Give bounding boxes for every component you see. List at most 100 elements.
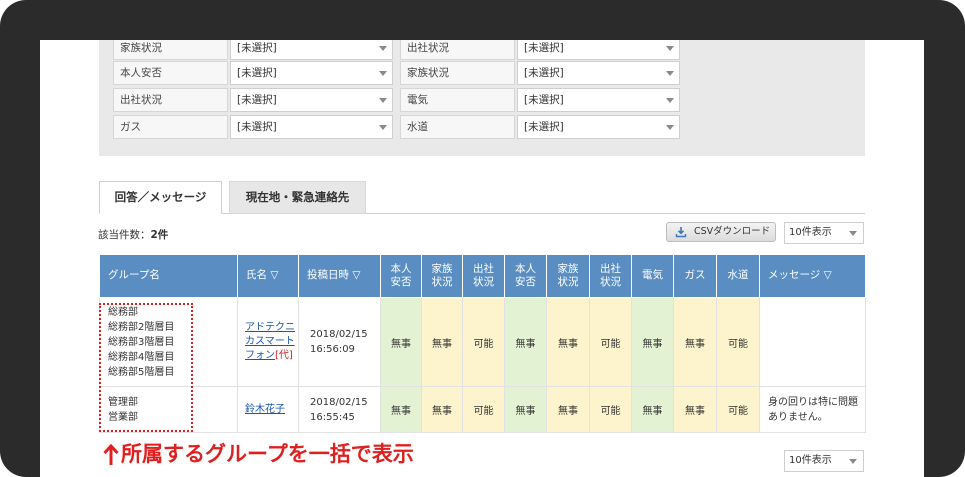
filter-select[interactable]: [未選択] xyxy=(517,115,680,139)
annotation-caption: 所属するグループを一括で表示 xyxy=(103,438,414,468)
chevron-down-icon xyxy=(666,125,674,130)
filter-label: 出社状況 xyxy=(113,88,228,112)
filter-select-value: [未選択] xyxy=(237,121,277,133)
results-table: グループ名 氏名 ▽ 投稿日時 ▽ 本人 安否 家族 状況 出社 状況 本人 安否 家族… xyxy=(99,254,866,433)
filter-select-value: [未選択] xyxy=(237,42,277,54)
chevron-down-icon xyxy=(379,98,387,103)
filter-label: 家族状況 xyxy=(113,40,228,60)
filter-label: 家族状況 xyxy=(400,61,515,85)
result-count-label: 該当件数： xyxy=(98,229,151,241)
download-icon xyxy=(675,227,687,238)
annotation-text: 所属するグループを一括で表示 xyxy=(121,442,414,466)
status-cell: 無事 xyxy=(380,386,422,433)
status-cell: 無事 xyxy=(504,297,547,387)
filter-select[interactable]: [未選択] xyxy=(517,61,680,85)
chevron-down-icon xyxy=(379,46,387,51)
csv-download-button[interactable]: CSVダウンロード xyxy=(666,222,776,242)
header-col-label: 出社 状況 xyxy=(473,262,494,288)
header-col: 本人 安否 xyxy=(380,254,422,298)
filter-label: 出社状況 xyxy=(400,40,515,60)
per-page-select-top[interactable]: 10件表示 xyxy=(784,222,864,244)
header-message-sort[interactable]: メッセージ ▽ xyxy=(759,254,866,298)
status-cell: 無事 xyxy=(631,386,674,433)
post-date: 2018/02/15 xyxy=(310,329,368,340)
header-date-sort[interactable]: 投稿日時 ▽ xyxy=(298,254,381,298)
chevron-down-icon xyxy=(849,231,857,236)
post-time: 16:56:09 xyxy=(310,344,355,355)
post-time: 16:55:45 xyxy=(310,411,355,423)
csv-download-label: CSVダウンロード xyxy=(694,226,771,237)
table-row: 総務部 総務部2階層目 総務部3階層目 総務部4階層目 総務部5階層目 アドテク… xyxy=(99,297,866,387)
filter-select[interactable]: [未選択] xyxy=(230,40,393,60)
header-col-label: 家族 状況 xyxy=(557,262,579,288)
header-col: 家族 状況 xyxy=(546,254,590,298)
chevron-down-icon xyxy=(666,71,674,76)
date-cell: 2018/02/15 16:55:45 xyxy=(298,386,381,433)
screen: 家族状況 [未選択] 出社状況 [未選択] 本人安否 [未選択] 家族状況 [未… xyxy=(40,40,924,477)
header-col: 出社 状況 xyxy=(462,254,505,298)
header-col: 電気 xyxy=(631,254,674,298)
header-col: 本人 安否 xyxy=(504,254,547,298)
filter-panel: 家族状況 [未選択] 出社状況 [未選択] 本人安否 [未選択] 家族状況 [未… xyxy=(99,40,865,156)
result-count-value: 2件 xyxy=(150,229,169,241)
post-date: 2018/02/15 xyxy=(310,396,368,408)
filter-select[interactable]: [未選択] xyxy=(230,88,393,112)
filter-select-value: [未選択] xyxy=(524,67,564,79)
status-cell: 無事 xyxy=(673,297,717,387)
status-cell: 可能 xyxy=(716,386,760,433)
filter-label: 水道 xyxy=(400,115,515,139)
header-col-label: 家族 状況 xyxy=(431,262,453,288)
chevron-down-icon xyxy=(666,98,674,103)
name-cell: 鈴木花子 xyxy=(237,386,299,433)
chevron-down-icon xyxy=(379,71,387,76)
header-name-sort[interactable]: 氏名 ▽ xyxy=(237,254,299,298)
table-row: 管理部 営業部 鈴木花子 2018/02/15 16:55:45 無事 無事 可能… xyxy=(99,386,866,433)
filter-select[interactable]: [未選択] xyxy=(230,115,393,139)
status-cell: 無事 xyxy=(421,297,463,387)
filter-select[interactable]: [未選択] xyxy=(517,88,680,112)
status-cell: 可能 xyxy=(589,297,632,387)
header-col: 水道 xyxy=(716,254,760,298)
filter-select-value: [未選択] xyxy=(524,94,564,106)
header-col-label: 出社 状況 xyxy=(600,262,621,288)
status-cell: 無事 xyxy=(673,386,717,433)
filter-select-value: [未選択] xyxy=(237,94,277,106)
proxy-tag: [代] xyxy=(275,350,293,361)
status-cell: 無事 xyxy=(421,386,463,433)
result-count: 該当件数：2件 xyxy=(98,227,168,242)
filter-select[interactable]: [未選択] xyxy=(230,61,393,85)
filter-select-value: [未選択] xyxy=(237,67,277,79)
header-col: 家族 状況 xyxy=(421,254,463,298)
name-cell: アドテクニカスマートフォン[代] xyxy=(237,297,299,387)
table-header-row: グループ名 氏名 ▽ 投稿日時 ▽ 本人 安否 家族 状況 出社 状況 本人 安否 家族… xyxy=(99,254,866,298)
chevron-down-icon xyxy=(666,46,674,51)
arrow-up-icon xyxy=(103,444,119,465)
status-cell: 可能 xyxy=(462,297,505,387)
per-page-value: 10件表示 xyxy=(789,227,832,238)
user-name-link[interactable]: 鈴木花子 xyxy=(245,404,285,415)
filter-select-value: [未選択] xyxy=(524,42,564,54)
status-cell: 無事 xyxy=(631,297,674,387)
tab-bar: 回答／メッセージ 現在地・緊急連絡先 xyxy=(99,181,865,214)
filter-label: ガス xyxy=(113,115,228,139)
filter-select[interactable]: [未選択] xyxy=(517,40,680,60)
tab-location-contacts[interactable]: 現在地・緊急連絡先 xyxy=(229,181,366,214)
status-cell: 無事 xyxy=(380,297,422,387)
header-group: グループ名 xyxy=(99,254,238,298)
per-page-value: 10件表示 xyxy=(789,455,832,466)
status-cell: 無事 xyxy=(546,297,590,387)
message-cell xyxy=(759,297,866,387)
chevron-down-icon xyxy=(379,125,387,130)
per-page-select-bottom[interactable]: 10件表示 xyxy=(784,450,864,472)
filter-label: 電気 xyxy=(400,88,515,112)
date-cell: 2018/02/15 16:56:09 xyxy=(298,297,381,387)
header-col-label: 本人 安否 xyxy=(515,262,536,288)
status-cell: 可能 xyxy=(589,386,632,433)
status-cell: 可能 xyxy=(716,297,760,387)
tab-answers-messages[interactable]: 回答／メッセージ xyxy=(99,181,222,214)
status-cell: 無事 xyxy=(504,386,547,433)
status-cell: 無事 xyxy=(546,386,590,433)
filter-label: 本人安否 xyxy=(113,61,228,85)
filter-select-value: [未選択] xyxy=(524,121,564,133)
group-highlight-box xyxy=(99,303,193,432)
